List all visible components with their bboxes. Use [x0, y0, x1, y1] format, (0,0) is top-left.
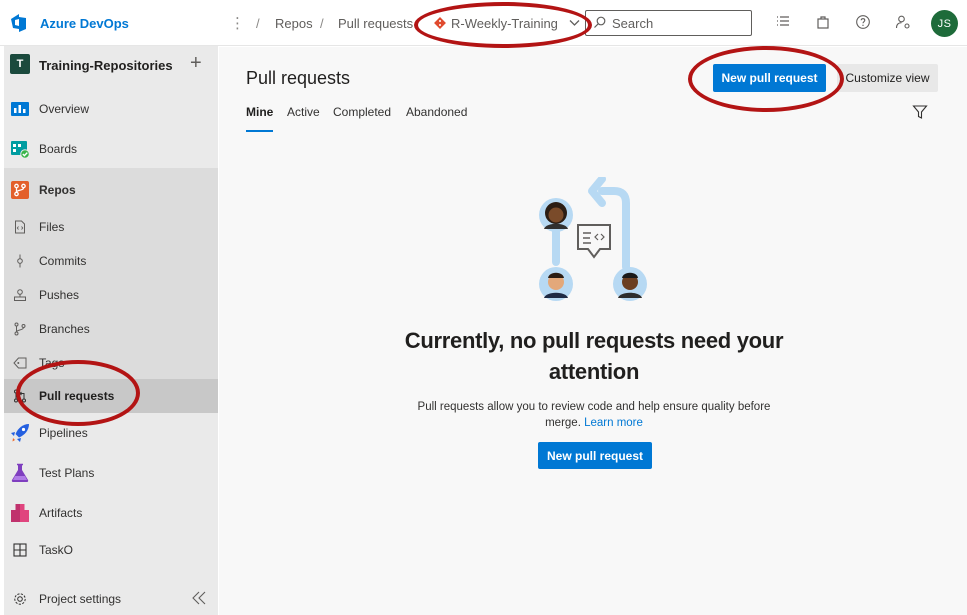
marketplace-bag-icon[interactable] — [815, 14, 831, 30]
azure-devops-logo-icon[interactable] — [10, 13, 32, 33]
sidebar-item-files[interactable]: Files — [4, 210, 218, 244]
push-icon — [14, 289, 26, 301]
sidebar-item-branches[interactable]: Branches — [4, 312, 218, 346]
main-content: Pull requests New pull request Customize… — [219, 47, 967, 615]
sidebar-item-label: Repos — [39, 183, 76, 197]
sidebar-item-pushes[interactable]: Pushes — [4, 278, 218, 312]
learn-more-link[interactable]: Learn more — [584, 417, 643, 429]
test-plans-icon — [11, 463, 29, 482]
brand-name[interactable]: Azure DevOps — [40, 16, 129, 31]
sidebar-item-label: Boards — [39, 142, 78, 156]
search-box — [585, 10, 752, 36]
grid-icon — [13, 543, 27, 557]
sidebar-item-label: Test Plans — [39, 466, 95, 480]
empty-state-illustration — [539, 177, 647, 301]
help-icon[interactable] — [855, 14, 871, 30]
repository-selector[interactable]: R-Weekly-Training — [434, 12, 580, 34]
search-input[interactable] — [612, 15, 747, 32]
boards-icon — [11, 141, 30, 159]
repos-icon — [11, 181, 29, 199]
sidebar-item-artifacts[interactable]: Artifacts — [4, 495, 218, 531]
add-icon[interactable]: + — [190, 53, 202, 73]
repository-name: R-Weekly-Training — [451, 15, 558, 31]
breadcrumb-separator: / — [320, 16, 324, 31]
git-repo-icon — [434, 17, 446, 29]
tab-abandoned[interactable]: Abandoned — [406, 105, 467, 133]
sidebar-item-label: Pushes — [39, 288, 80, 302]
pipelines-icon — [11, 424, 29, 442]
search-icon — [594, 16, 606, 28]
file-code-icon — [15, 220, 25, 234]
breadcrumb-repos[interactable]: Repos — [275, 16, 313, 31]
artifacts-icon — [11, 504, 29, 522]
tag-icon — [13, 357, 27, 369]
sidebar-item-tags[interactable]: Tags — [4, 346, 218, 380]
new-pull-request-button[interactable]: New pull request — [713, 64, 826, 92]
sidebar-item-label: Files — [39, 220, 65, 234]
tab-mine[interactable]: Mine — [246, 105, 273, 133]
sidebar-item-label: Commits — [39, 254, 87, 268]
more-actions-icon[interactable]: ⋮ — [230, 14, 245, 32]
sidebar-item-label: TaskO — [39, 543, 74, 557]
tab-active[interactable]: Active — [287, 105, 320, 133]
sidebar-item-label: Artifacts — [39, 506, 83, 520]
overview-icon — [11, 102, 29, 116]
sidebar-item-tasko[interactable]: TaskO — [4, 532, 218, 568]
breadcrumb-separator: / — [256, 16, 260, 31]
empty-state-description: Pull requests allow you to review code a… — [404, 399, 784, 431]
branch-icon — [14, 322, 26, 336]
task-list-icon[interactable] — [775, 14, 791, 30]
repos-group: Repos Files Commits Pushes Branches Tags… — [4, 168, 218, 413]
sidebar-item-label: Branches — [39, 322, 90, 336]
breadcrumb-pull-requests[interactable]: Pull requests — [338, 16, 413, 31]
sidebar-item-overview[interactable]: Overview — [4, 91, 218, 127]
filter-icon[interactable] — [912, 104, 928, 120]
active-tab-indicator — [246, 130, 273, 132]
user-avatar[interactable]: JS — [931, 10, 958, 37]
top-bar: Azure DevOps ⋮ / Repos / Pull requests R… — [0, 0, 967, 46]
sidebar-item-project-settings[interactable]: Project settings — [4, 586, 218, 615]
sidebar-item-test-plans[interactable]: Test Plans — [4, 455, 218, 491]
commit-icon — [17, 254, 23, 268]
sidebar-item-commits[interactable]: Commits — [4, 244, 218, 278]
empty-state-title: Currently, no pull requests need your at… — [404, 328, 784, 384]
tab-completed[interactable]: Completed — [333, 105, 391, 133]
sidebar-item-boards[interactable]: Boards — [4, 131, 218, 167]
sidebar-item-pipelines[interactable]: Pipelines — [4, 415, 218, 451]
user-settings-icon[interactable] — [895, 14, 911, 30]
sidebar-item-repos[interactable]: Repos — [4, 172, 218, 208]
collapse-sidebar-icon[interactable] — [191, 590, 207, 606]
customize-view-button[interactable]: Customize view — [837, 64, 938, 92]
project-badge: T — [10, 54, 30, 74]
page-title: Pull requests — [246, 68, 351, 88]
pull-request-icon — [14, 389, 26, 403]
sidebar-item-label: Pull requests — [39, 389, 115, 403]
sidebar-item-pull-requests[interactable]: Pull requests — [4, 379, 218, 413]
sidebar-item-label: Overview — [39, 102, 90, 116]
gear-icon — [14, 593, 26, 605]
sidebar-item-label: Project settings — [39, 592, 122, 606]
sidebar: T Training-Repositories + Overview Board… — [4, 46, 218, 615]
sidebar-item-label: Tags — [39, 356, 65, 370]
project-name: Training-Repositories — [39, 58, 173, 73]
new-pull-request-button-center[interactable]: New pull request — [538, 442, 652, 469]
project-header[interactable]: T Training-Repositories + — [4, 46, 218, 84]
sidebar-item-label: Pipelines — [39, 426, 88, 440]
chevron-down-icon — [569, 20, 580, 26]
